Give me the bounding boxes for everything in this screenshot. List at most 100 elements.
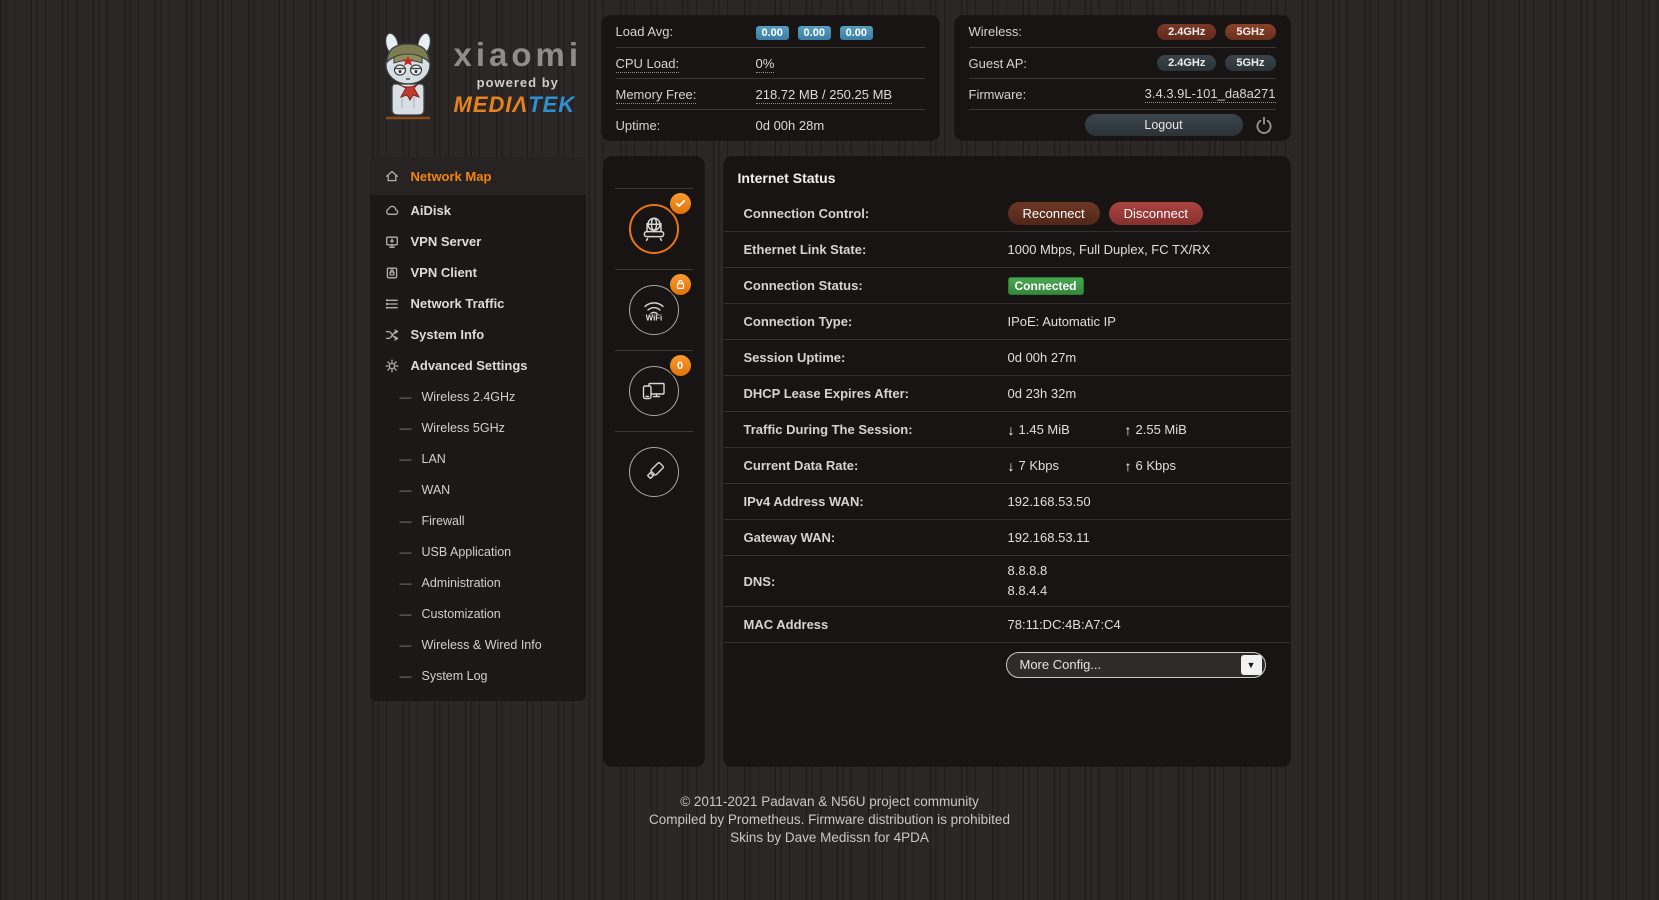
check-icon [675, 200, 685, 207]
sidebar-item-aidisk[interactable]: AiDisk [370, 195, 586, 226]
reconnect-button[interactable]: Reconnect [1007, 201, 1100, 225]
cpu-load-value: 0% [755, 55, 775, 73]
more-config-selected-value: More Config... [1019, 657, 1102, 673]
xiaomi-logo: xiaomi powered by MEDIΛTEK [370, 16, 602, 140]
lock-icon [676, 280, 684, 290]
sidebar-subitem-wireless-24ghz[interactable]: Wireless 2.4GHz [370, 381, 586, 412]
sidebar-item-label: AiDisk [410, 203, 451, 218]
session-uptime-row: Session Uptime: 0d 00h 27m [723, 339, 1290, 375]
sidebar-subitem-firewall[interactable]: Firewall [370, 505, 586, 536]
sidebar-item-vpn-server[interactable]: VPN Server [370, 226, 586, 257]
power-button[interactable] [1252, 113, 1276, 137]
connection-status-label: Connection Status: [743, 278, 863, 293]
ipv4-wan-row: IPv4 Address WAN: 192.168.53.50 [723, 483, 1290, 519]
wifi-secured-badge [669, 274, 691, 295]
internet-globe-icon[interactable] [628, 204, 679, 254]
page: xiaomi powered by MEDIΛTEK Load Avg: 0.0… [369, 0, 1290, 846]
session-traffic-row: Traffic During The Session: ↓ 1.45 MiB ↑ 2… [723, 411, 1290, 447]
gateway-wan-value: 192.168.53.11 [1007, 530, 1090, 545]
logout-button[interactable]: Logout [1084, 114, 1243, 136]
traffic-download-value: 1.45 MiB [1018, 422, 1070, 437]
shuffle-icon [384, 326, 401, 343]
sidebar-item-vpn-client[interactable]: VPN Client [370, 257, 586, 288]
dhcp-lease-label: DHCP Lease Expires After: [743, 386, 909, 401]
sidebar-subitem-wireless-wired-info[interactable]: Wireless & Wired Info [370, 629, 586, 660]
mac-address-label: MAC Address [743, 617, 829, 633]
chevron-down-icon[interactable]: ▼ [1240, 654, 1262, 675]
footer-skins-credit: Skins by Dave Medissn for 4PDA [730, 829, 929, 845]
usb-drive-icon[interactable] [628, 447, 679, 497]
sidebar-item-network-map[interactable]: Network Map [369, 157, 586, 195]
connected-badge: Connected [1007, 276, 1084, 295]
connection-type-row: Connection Type: IPoE: Automatic IP [723, 303, 1290, 339]
load-avg-row: Load Avg: 0.00 0.00 0.00 [616, 16, 925, 47]
mediatek-logo-media: MEDIΛ [453, 92, 529, 117]
wireless-5ghz-badge[interactable]: 5GHz [1225, 23, 1276, 40]
sidebar-subitem-customization[interactable]: Customization [370, 598, 586, 629]
guest-24ghz-badge[interactable]: 2.4GHz [1157, 55, 1217, 71]
more-config-select[interactable]: More Config... ▼ [1005, 651, 1266, 678]
data-rate-row: Current Data Rate: ↓ 7 Kbps ↑ 6 Kbps [723, 447, 1290, 483]
load-avg-badge-2: 0.00 [797, 25, 831, 40]
disconnect-button[interactable]: Disconnect [1108, 201, 1203, 225]
session-uptime-value: 0d 00h 27m [1007, 350, 1077, 365]
sidebar-subitem-lan[interactable]: LAN [370, 443, 586, 474]
dns-label: DNS: [743, 573, 776, 589]
sidebar-item-system-info[interactable]: System Info [370, 319, 586, 350]
memory-free-row: Memory Free: 218.72 MB / 250.25 MB [615, 78, 925, 109]
guest-ap-row: Guest AP: 2.4GHz 5GHz [968, 47, 1276, 78]
internet-status-section [604, 189, 704, 269]
wifi-status-section: WiFi [604, 270, 704, 350]
dns-secondary: 8.8.4.4 [1007, 583, 1048, 599]
dhcp-lease-value: 0d 23h 32m [1007, 386, 1077, 401]
upload-arrow-icon: ↑ [1124, 421, 1132, 438]
wireless-panel: Wireless: 2.4GHz 5GHz Guest AP: 2.4GHz 5… [954, 16, 1290, 140]
logout-row: Logout [968, 109, 1276, 140]
sidebar-item-label: Advanced Settings [410, 358, 528, 373]
connection-control-label: Connection Control: [743, 205, 870, 221]
sidebar-item-label: VPN Client [410, 265, 477, 280]
sidebar-item-network-traffic[interactable]: Network Traffic [370, 288, 586, 319]
sidebar-item-label: VPN Server [410, 234, 482, 249]
footer-compiled-by: Compiled by Prometheus. Firmware distrib… [649, 811, 1010, 827]
guest-5ghz-badge[interactable]: 5GHz [1225, 55, 1276, 71]
ipv4-wan-label: IPv4 Address WAN: [743, 494, 864, 509]
sidebar: Network Map AiDisk VPN Server VPN Client [369, 157, 586, 701]
download-arrow-icon: ↓ [1007, 421, 1015, 438]
traffic-upload-value: 2.55 MiB [1135, 422, 1187, 437]
mediatek-logo-tek: TEK [528, 92, 576, 117]
uptime-label: Uptime: [615, 117, 661, 133]
vpn-server-icon [384, 233, 401, 250]
sidebar-item-label: Network Traffic [410, 296, 505, 311]
dhcp-lease-row: DHCP Lease Expires After: 0d 23h 32m [723, 375, 1290, 411]
ethernet-link-label: Ethernet Link State: [743, 242, 867, 257]
client-devices-icon[interactable] [628, 366, 679, 416]
internet-ok-badge [669, 193, 691, 214]
uptime-value: 0d 00h 28m [755, 117, 825, 133]
cpu-load-label: CPU Load: [615, 55, 680, 73]
wireless-24ghz-badge[interactable]: 2.4GHz [1157, 23, 1217, 40]
vpn-client-icon [384, 264, 401, 281]
sidebar-item-label: Network Map [410, 168, 492, 184]
brand-name: xiaomi [453, 36, 583, 73]
firmware-row: Firmware: 3.4.3.9L-101_da8a271 [968, 78, 1276, 109]
powered-by-text: powered by [476, 75, 559, 90]
sidebar-subitem-wireless-5ghz[interactable]: Wireless 5GHz [370, 412, 586, 443]
mac-address-value: 78:11:DC:4B:A7:C4 [1007, 617, 1121, 633]
uptime-row: Uptime: 0d 00h 28m [615, 109, 925, 140]
ethernet-link-row: Ethernet Link State: 1000 Mbps, Full Dup… [723, 231, 1290, 267]
connection-type-value: IPoE: Automatic IP [1007, 314, 1116, 329]
connection-status-row: Connection Status: Connected [723, 267, 1290, 303]
sidebar-item-advanced-settings[interactable]: Advanced Settings [370, 350, 586, 381]
sidebar-subitem-system-log[interactable]: System Log [370, 660, 586, 691]
sidebar-subitem-usb-application[interactable]: USB Application [370, 536, 586, 567]
cpu-load-row: CPU Load: 0% [615, 47, 925, 78]
sidebar-subitem-wan[interactable]: WAN [370, 474, 586, 505]
sidebar-subitem-administration[interactable]: Administration [370, 567, 586, 598]
system-stats-panel: Load Avg: 0.00 0.00 0.00 CPU Load: 0% Me… [601, 16, 939, 140]
wifi-icon[interactable]: WiFi [628, 285, 679, 335]
wifi-text: WiFi [645, 314, 661, 323]
clients-count-badge: 0 [669, 355, 691, 376]
load-avg-badge-1: 0.00 [755, 25, 789, 40]
firmware-version[interactable]: 3.4.3.9L-101_da8a271 [1144, 86, 1276, 103]
